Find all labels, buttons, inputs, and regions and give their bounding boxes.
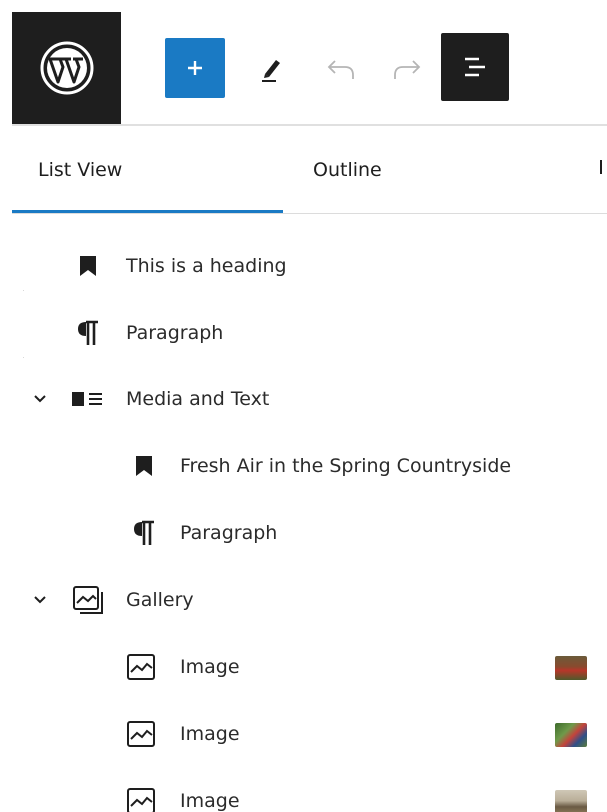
image-thumbnail — [555, 656, 587, 680]
bookmark-icon — [73, 252, 103, 280]
media-text-icon — [68, 385, 108, 413]
block-editor: List View Outline This is a heading Para… — [0, 0, 607, 812]
undo-icon — [327, 60, 354, 79]
list-item[interactable]: Image — [0, 773, 607, 812]
redo-icon — [394, 60, 421, 79]
list-item-label: Gallery — [126, 589, 194, 611]
list-item-label: Image — [180, 790, 240, 812]
list-item-label: Image — [180, 723, 240, 745]
list-item[interactable]: Image — [0, 706, 607, 762]
pencil-icon — [262, 60, 280, 82]
document-overview-button[interactable] — [441, 33, 509, 101]
plus-icon — [188, 61, 202, 75]
list-item[interactable]: Image — [0, 639, 607, 695]
image-thumbnail — [555, 790, 587, 812]
list-item[interactable]: This is a heading — [0, 238, 607, 294]
close-icon[interactable] — [600, 160, 606, 174]
image-icon — [124, 720, 158, 748]
image-icon — [124, 787, 158, 812]
list-item[interactable]: Gallery — [0, 572, 607, 628]
list-view-icon — [465, 57, 485, 77]
image-thumbnail — [555, 723, 587, 747]
list-item-label: Fresh Air in the Spring Countryside — [180, 455, 512, 477]
bookmark-icon — [129, 452, 159, 480]
list-item[interactable]: Media and Text — [0, 371, 607, 427]
gallery-icon — [70, 584, 106, 616]
list-item-label: Paragraph — [180, 522, 278, 544]
list-item-label: Media and Text — [126, 388, 270, 410]
paragraph-icon — [73, 319, 103, 347]
editor-toolbar — [0, 0, 607, 124]
image-icon — [124, 653, 158, 681]
chevron-down-icon[interactable] — [32, 592, 48, 608]
wordpress-logo-button[interactable] — [12, 12, 121, 124]
redo-button[interactable] — [384, 44, 430, 92]
list-item-label: Paragraph — [126, 322, 224, 344]
tools-button[interactable] — [250, 44, 290, 92]
add-block-button[interactable] — [165, 38, 225, 98]
paragraph-icon — [129, 519, 159, 547]
tab-outline[interactable]: Outline — [313, 126, 382, 214]
wordpress-logo-icon — [40, 41, 93, 95]
list-item-label: This is a heading — [126, 255, 287, 277]
undo-button[interactable] — [318, 44, 364, 92]
chevron-down-icon[interactable] — [32, 391, 48, 407]
list-item-label: Image — [180, 656, 240, 678]
tabs-divider — [12, 213, 607, 214]
tab-list-view[interactable]: List View — [38, 126, 122, 214]
list-item[interactable]: Paragraph — [0, 505, 607, 561]
list-item[interactable]: Fresh Air in the Spring Countryside — [0, 438, 607, 494]
document-overview-tabs: List View Outline — [0, 126, 607, 214]
list-item[interactable]: Paragraph — [0, 305, 607, 361]
